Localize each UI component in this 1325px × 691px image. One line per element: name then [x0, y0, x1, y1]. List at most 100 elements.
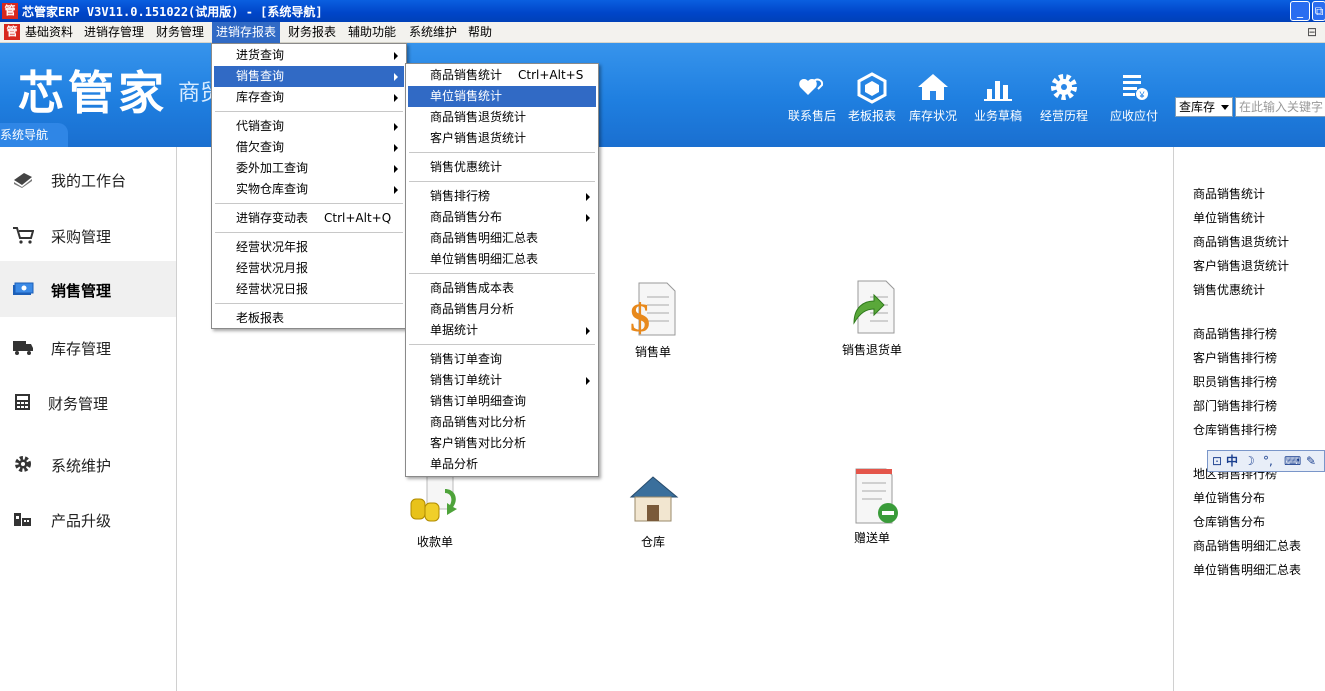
menu-item-single-product-analysis[interactable]: 单品分析 [408, 454, 596, 475]
quick-link[interactable]: 单位销售分布 [1193, 489, 1265, 506]
tile-sales-return[interactable]: 销售退货单 [817, 277, 927, 358]
submenu-arrow-icon [394, 165, 398, 173]
sidebar-item-inventory[interactable]: 库存管理 [0, 319, 176, 375]
restore-icon[interactable]: ⧉ [1312, 1, 1325, 21]
ime-logo-icon[interactable]: ⊡ [1212, 451, 1222, 471]
menu-item-purchase-query[interactable]: 进货查询 [214, 45, 404, 66]
sidebar-item-workbench[interactable]: 我的工作台 [0, 151, 176, 207]
menu-item-product-detail-summary[interactable]: 商品销售明细汇总表 [408, 228, 596, 249]
quick-link[interactable]: 商品销售统计 [1193, 185, 1265, 202]
right-quick-links: 商品销售统计 单位销售统计 商品销售退货统计 客户销售退货统计 销售优惠统计 商… [1173, 147, 1325, 691]
toolbar-business-history[interactable]: 经营历程 [1031, 69, 1097, 124]
menu-item-product-sales-distribution[interactable]: 商品销售分布 [408, 207, 596, 228]
menu-item-label: 单位销售统计 [430, 89, 503, 103]
menu-item-monthly-report[interactable]: 经营状况月报 [214, 258, 404, 279]
menu-inventory-reports[interactable]: 进销存报表 [212, 22, 281, 43]
quick-link[interactable]: 单位销售统计 [1193, 209, 1265, 226]
menu-item-stock-query[interactable]: 库存查询 [214, 87, 404, 108]
toolbar-receivable-payable[interactable]: ¥ 应收应付 [1101, 69, 1167, 124]
menu-item-order-detail-query[interactable]: 销售订单明细查询 [408, 391, 596, 412]
menu-item-sales-query[interactable]: 销售查询 [214, 66, 404, 87]
punct-icon[interactable]: °, [1263, 451, 1273, 471]
menu-basic-data[interactable]: 基础资料 [21, 22, 77, 43]
search-input[interactable]: 在此输入关键字 [1235, 97, 1325, 117]
sidebar-item-sales[interactable]: 销售管理 [0, 261, 176, 317]
menu-item-label: 单品分析 [430, 457, 479, 471]
quick-link[interactable]: 客户销售排行榜 [1193, 349, 1277, 366]
submenu-arrow-icon [394, 94, 398, 102]
menu-item-product-return-stats[interactable]: 商品销售退货统计 [408, 107, 596, 128]
menu-item-monthly-analysis[interactable]: 商品销售月分析 [408, 299, 596, 320]
quick-link[interactable]: 仓库销售排行榜 [1193, 421, 1277, 438]
menu-aux-functions[interactable]: 辅助功能 [344, 22, 400, 43]
menu-item-customer-return-stats[interactable]: 客户销售退货统计 [408, 128, 596, 149]
menu-help[interactable]: 帮助 [464, 22, 496, 43]
wrench-icon[interactable]: ✎ [1306, 451, 1316, 471]
menu-item-discount-stats[interactable]: 销售优惠统计 [408, 157, 596, 178]
menu-item-debt-query[interactable]: 借欠查询 [214, 137, 404, 158]
toolbar-stock-status[interactable]: 库存状况 [900, 69, 966, 124]
app-icon: 管 [2, 3, 18, 19]
menu-item-product-comparison[interactable]: 商品销售对比分析 [408, 412, 596, 433]
toolbar-contact-support[interactable]: 联系售后 [779, 69, 845, 124]
menu-item-inventory-change[interactable]: 进销存变动表 Ctrl+Alt+Q [214, 208, 404, 229]
sidebar-item-finance[interactable]: 财务管理 [0, 374, 176, 430]
menu-item-label: 代销查询 [236, 119, 285, 133]
menu-item-outsourcing-query[interactable]: 委外加工查询 [214, 158, 404, 179]
toolbar-boss-report[interactable]: 老板报表 [839, 69, 905, 124]
calculator-icon [15, 394, 30, 410]
sidebar-item-purchase[interactable]: 采购管理 [0, 207, 176, 263]
quick-link[interactable]: 职员销售排行榜 [1193, 373, 1277, 390]
toolbar-business-draft[interactable]: 业务草稿 [965, 69, 1031, 124]
mdi-restore-icon[interactable]: ⊟ [1307, 25, 1317, 39]
menu-item-order-query[interactable]: 销售订单查询 [408, 349, 596, 370]
keyboard-icon[interactable]: ⌨ [1284, 451, 1301, 471]
quick-link[interactable]: 部门销售排行榜 [1193, 397, 1277, 414]
menu-item-customer-comparison[interactable]: 客户销售对比分析 [408, 433, 596, 454]
menu-app-icon[interactable]: 管 [4, 24, 20, 40]
search-scope-select[interactable]: 查库存 [1175, 97, 1233, 117]
quick-link[interactable]: 仓库销售分布 [1193, 513, 1265, 530]
moon-icon[interactable]: ☽ [1244, 451, 1255, 471]
menu-item-sales-ranking[interactable]: 销售排行榜 [408, 186, 596, 207]
workbench-icon [14, 173, 32, 188]
menu-item-product-sales-stats[interactable]: 商品销售统计 Ctrl+Alt+S [408, 65, 596, 86]
quick-link[interactable]: 商品销售明细汇总表 [1193, 537, 1301, 554]
menu-item-unit-detail-summary[interactable]: 单位销售明细汇总表 [408, 249, 596, 270]
quick-link[interactable]: 客户销售退货统计 [1193, 257, 1289, 274]
menu-finance-mgmt[interactable]: 财务管理 [152, 22, 208, 43]
tile-warehouse[interactable]: 仓库 [598, 469, 708, 550]
menu-item-daily-report[interactable]: 经营状况日报 [214, 279, 404, 300]
quick-link[interactable]: 销售优惠统计 [1193, 281, 1265, 298]
ime-mode-label[interactable]: 中 [1226, 451, 1238, 471]
menu-item-boss-report[interactable]: 老板报表 [214, 308, 404, 329]
menu-item-sales-cost-table[interactable]: 商品销售成本表 [408, 278, 596, 299]
quick-link[interactable]: 商品销售排行榜 [1193, 325, 1277, 342]
menu-finance-reports[interactable]: 财务报表 [284, 22, 340, 43]
tile-gift-order[interactable]: 赠送单 [817, 465, 927, 546]
quick-link[interactable]: 商品销售退货统计 [1193, 233, 1289, 250]
ime-toolbar[interactable]: ⊡ 中 ☽ °, ⌨ ✎ [1207, 450, 1325, 472]
coins-icon [410, 472, 457, 522]
sidebar-item-upgrade[interactable]: 产品升级 [0, 491, 176, 547]
menu-item-physical-warehouse-query[interactable]: 实物仓库查询 [214, 179, 404, 200]
tile-sales-order[interactable]: $ 销售单 [598, 279, 708, 360]
menu-item-label: 销售订单统计 [430, 373, 503, 387]
menu-item-consignment-query[interactable]: 代销查询 [214, 116, 404, 137]
tile-label: 仓库 [640, 535, 665, 549]
tab-system-nav[interactable]: 系统导航 [0, 123, 68, 147]
menu-item-unit-sales-stats[interactable]: 单位销售统计 [408, 86, 596, 107]
menu-item-order-stats[interactable]: 销售订单统计 [408, 370, 596, 391]
truck-icon [13, 341, 33, 355]
menu-inventory-mgmt[interactable]: 进销存管理 [80, 22, 148, 43]
quick-link[interactable]: 单位销售明细汇总表 [1193, 561, 1301, 578]
menu-item-label: 进货查询 [236, 48, 285, 62]
minimize-icon[interactable]: _ [1290, 1, 1310, 21]
menu-separator [409, 152, 595, 153]
tile-receipt[interactable]: 收款单 [380, 469, 490, 550]
menu-system-maintenance[interactable]: 系统维护 [405, 22, 461, 43]
menu-item-annual-report[interactable]: 经营状况年报 [214, 237, 404, 258]
menu-item-document-stats[interactable]: 单据统计 [408, 320, 596, 341]
sidebar: 我的工作台 采购管理 销售管理 库存管理 财务管理 系统维护 产品升级 [0, 147, 177, 691]
sidebar-item-system[interactable]: 系统维护 [0, 436, 176, 492]
